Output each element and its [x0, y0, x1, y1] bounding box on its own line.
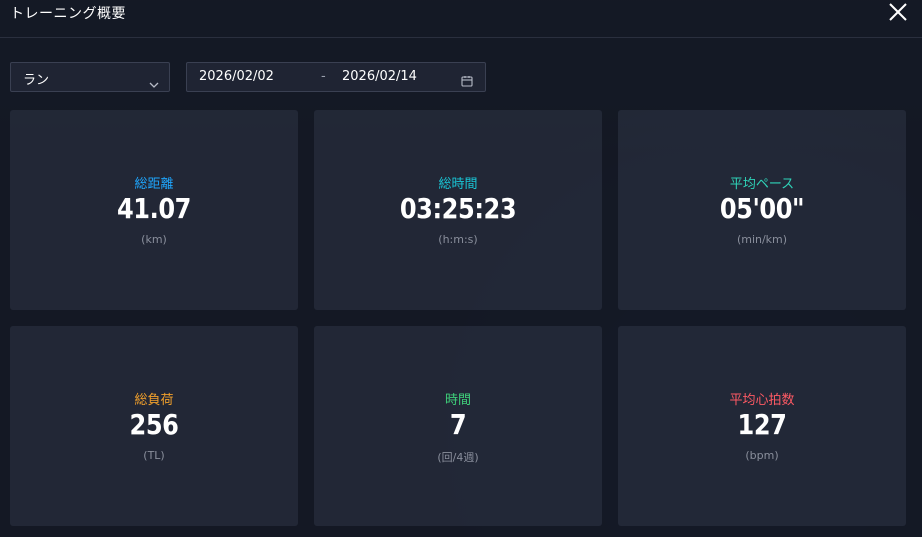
modal-title: トレーニング概要: [10, 6, 126, 22]
card-total-time: 総時間 03:25:23 (h:m:s): [314, 110, 602, 310]
card-label: 総距離: [134, 177, 174, 192]
modal-header: トレーニング概要: [0, 0, 922, 38]
card-unit: (bpm): [745, 449, 779, 462]
card-unit: (回/4週): [437, 451, 479, 464]
chevron-down-icon: [149, 73, 159, 92]
card-average-heart-rate: 平均心拍数 127 (bpm): [618, 326, 906, 526]
card-unit: (TL): [143, 449, 165, 462]
card-total-load: 総負荷 256 (TL): [10, 326, 298, 526]
activity-type-select[interactable]: ラン: [10, 62, 170, 92]
date-start-input[interactable]: 2026/02/02: [199, 69, 274, 84]
card-unit: (h:m:s): [438, 233, 478, 246]
card-label: 時間: [444, 393, 471, 408]
card-value: 03:25:23: [399, 192, 517, 225]
card-unit: (min/km): [736, 233, 788, 246]
card-unit: (km): [141, 233, 167, 246]
card-value: 7: [449, 408, 467, 441]
card-label: 総時間: [438, 177, 478, 192]
card-value: 41.07: [116, 192, 192, 225]
card-total-distance: 総距離 41.07 (km): [10, 110, 298, 310]
date-range-picker[interactable]: 2026/02/02 - 2026/02/14: [186, 62, 486, 92]
card-label: 総負荷: [134, 393, 174, 408]
close-icon: [889, 3, 907, 21]
card-average-pace: 平均ペース 05'00" (min/km): [618, 110, 906, 310]
date-separator: -: [321, 69, 326, 84]
card-sessions: 時間 7 (回/4週): [314, 326, 602, 526]
card-label: 平均ペース: [729, 177, 795, 192]
summary-cards: 総距離 41.07 (km) 総時間 03:25:23 (h:m:s) 平均ペー…: [10, 110, 922, 537]
date-end-input[interactable]: 2026/02/14: [342, 69, 417, 84]
card-value: 127: [737, 408, 787, 441]
card-value: 256: [129, 408, 179, 441]
card-label: 平均心拍数: [729, 393, 795, 408]
calendar-icon[interactable]: [461, 72, 473, 91]
close-button[interactable]: [886, 0, 910, 24]
activity-type-value: ラン: [23, 73, 50, 88]
card-value: 05'00": [719, 192, 805, 225]
